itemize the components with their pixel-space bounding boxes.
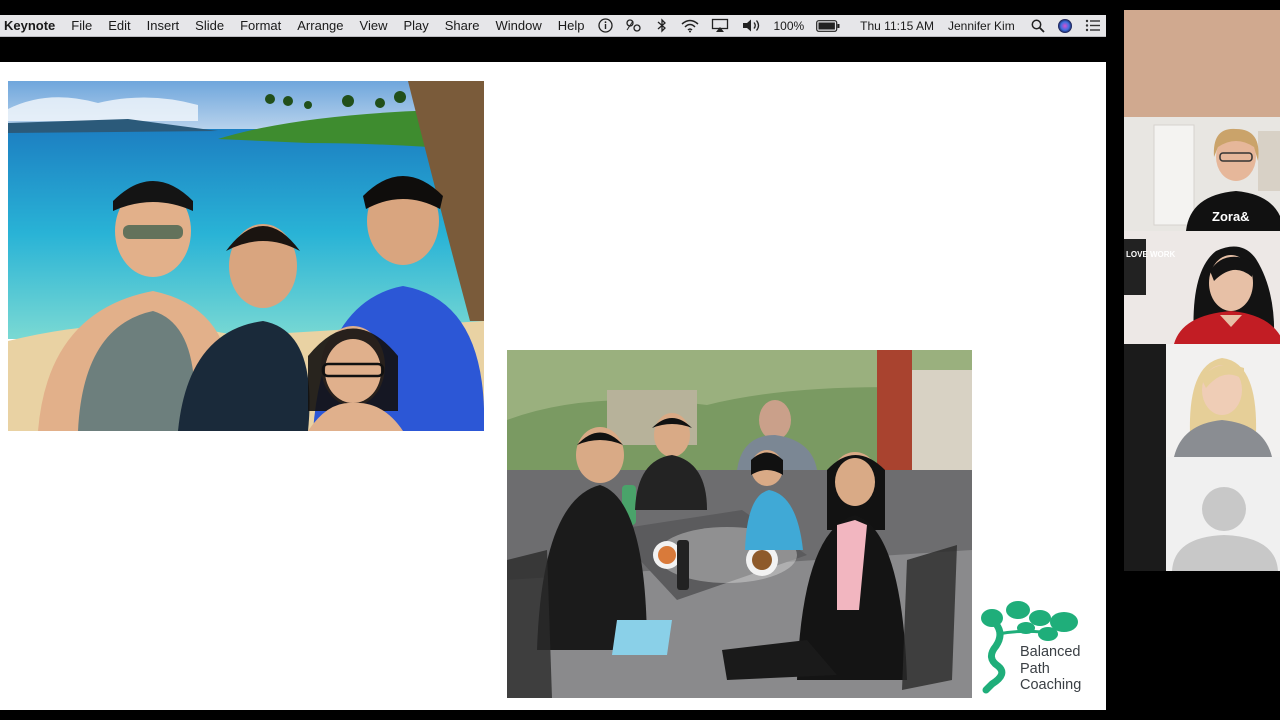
menubar-clock[interactable]: Thu 11:15 AM [846,19,940,33]
poster-text: LOVE WORK [1126,250,1176,259]
siri-icon[interactable] [1051,18,1079,34]
logo-line-3: Coaching [1020,677,1082,693]
menu-file[interactable]: File [63,18,100,33]
participant-avatar-placeholder[interactable] [1124,457,1280,571]
participant-video-1[interactable]: Zora& [1124,117,1280,231]
airplay-icon[interactable] [705,18,735,33]
info-icon[interactable] [592,18,619,33]
participant-video-2[interactable]: LOVE WORK [1124,231,1280,344]
menu-help[interactable]: Help [550,18,593,33]
menu-insert[interactable]: Insert [139,18,188,33]
logo-line-1: Balanced [1020,644,1081,660]
menu-view[interactable]: View [352,18,396,33]
logo-wordmark: Balanced Path Coaching [1020,644,1081,694]
menu-format[interactable]: Format [232,18,289,33]
family-beach-photo [8,81,484,431]
menu-arrange[interactable]: Arrange [289,18,351,33]
menu-bar: Keynote File Edit Insert Slide Format Ar… [0,15,1106,37]
menu-share[interactable]: Share [437,18,488,33]
menu-edit[interactable]: Edit [100,18,138,33]
bluetooth-icon[interactable] [649,18,675,33]
battery-icon[interactable] [810,19,846,32]
spotlight-search-icon[interactable] [1021,19,1051,33]
menu-slide[interactable]: Slide [187,18,232,33]
participant-shirt-text: Zora& [1212,209,1250,224]
keynote-slide: Balanced Path Coaching [0,62,1106,710]
balanced-path-coaching-logo: Balanced Path Coaching [978,598,1098,698]
logo-line-2: Path [1020,660,1050,677]
notification-center-icon[interactable] [1079,19,1111,32]
menu-window[interactable]: Window [487,18,549,33]
app-menu-keynote[interactable]: Keynote [0,18,63,33]
participant-video-3[interactable] [1124,344,1280,457]
battery-percent: 100% [773,18,805,33]
wifi-icon[interactable] [675,19,705,33]
volume-icon[interactable] [735,18,767,33]
participant-video-empty[interactable] [1124,10,1280,117]
menubar-user-name[interactable]: Jennifer Kim [940,19,1021,33]
family-dinner-photo [507,350,972,698]
activity-monitor-icon[interactable] [619,18,649,33]
menu-play[interactable]: Play [395,18,436,33]
video-gallery: Zora& LOVE WORK [1124,10,1280,571]
